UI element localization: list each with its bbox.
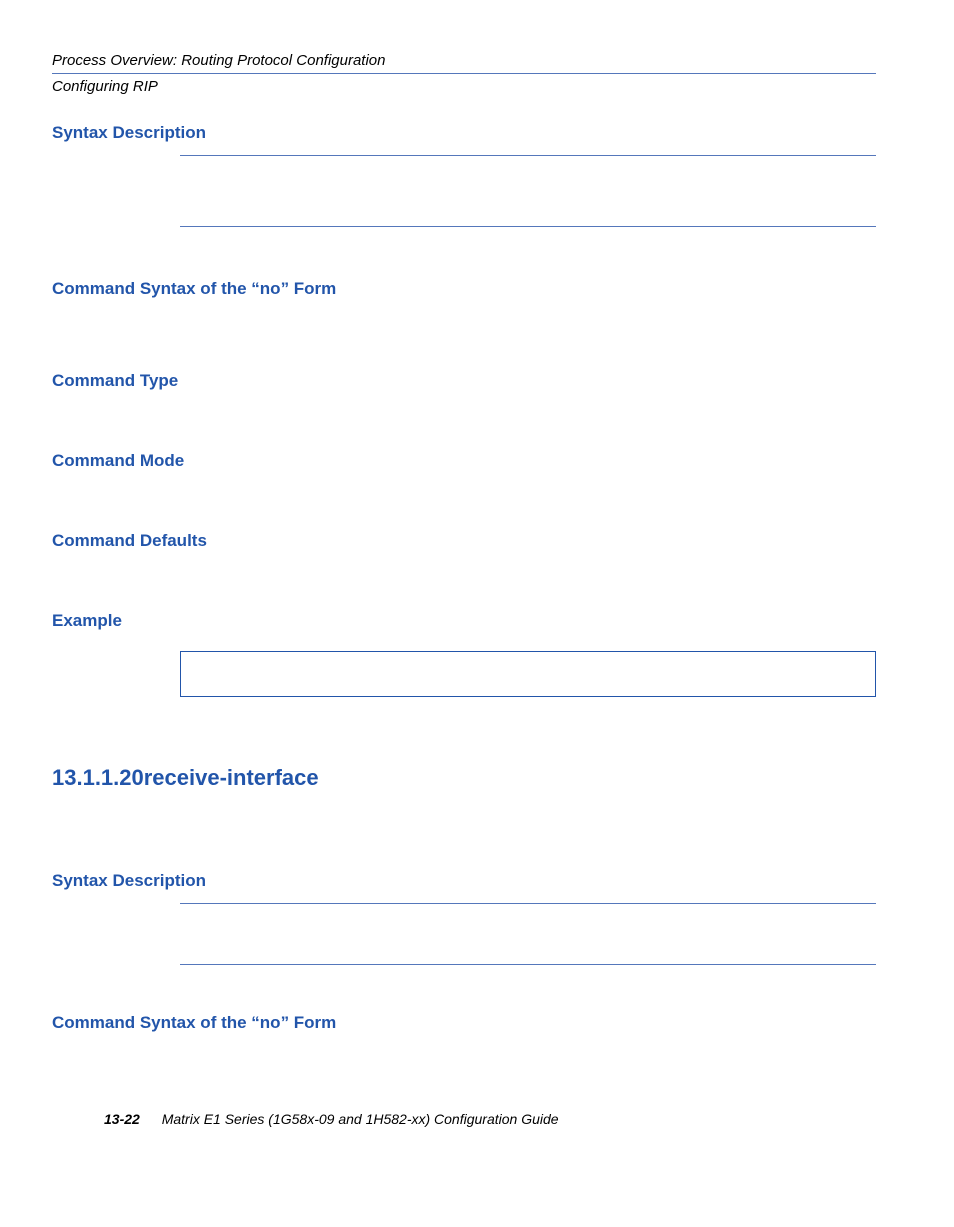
heading-no-form-1: Command Syntax of the “no” Form (52, 279, 876, 299)
footer-document-title: Matrix E1 Series (1G58x-09 and 1H582-xx)… (162, 1111, 559, 1127)
page-header-subtitle: Configuring RIP (52, 78, 876, 95)
heading-command-type: Command Type (52, 371, 876, 391)
heading-syntax-description-1: Syntax Description (52, 123, 876, 143)
heading-example: Example (52, 611, 876, 631)
footer-page-number: 13-22 (104, 1111, 140, 1127)
page-header-title: Process Overview: Routing Protocol Confi… (52, 52, 876, 69)
table-body-empty (180, 156, 876, 226)
page-footer: 13-22 Matrix E1 Series (1G58x-09 and 1H5… (104, 1111, 559, 1127)
heading-syntax-description-2: Syntax Description (52, 871, 876, 891)
heading-no-form-2: Command Syntax of the “no” Form (52, 1013, 876, 1033)
heading-command-mode: Command Mode (52, 451, 876, 471)
heading-command-defaults: Command Defaults (52, 531, 876, 551)
syntax-description-table-1 (180, 155, 876, 227)
heading-receive-interface: 13.1.1.20receive-interface (52, 765, 876, 791)
syntax-description-table-2 (180, 903, 876, 965)
table-body-empty-2 (180, 904, 876, 964)
example-code-box (180, 651, 876, 697)
header-divider (52, 73, 876, 74)
